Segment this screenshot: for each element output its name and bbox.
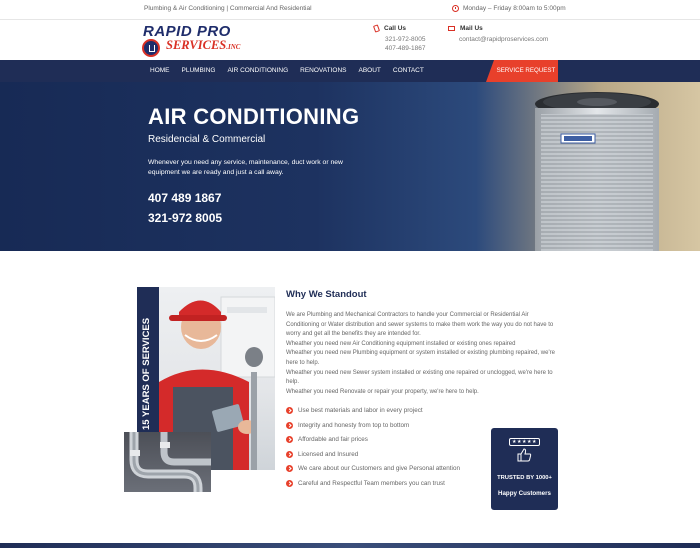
tagline: Plumbing & Air Conditioning | Commercial… [144, 5, 312, 12]
logo-line2-text: SERVICES [166, 38, 227, 52]
hero-phone-2[interactable]: 321-972 8005 [148, 211, 222, 225]
benefit-item: Affordable and fair prices [286, 435, 476, 444]
service-request-button[interactable]: SERVICE REQUEST [486, 60, 558, 82]
mail-us-block: Mail Us contact@rapidproservices.com [448, 25, 548, 44]
happy-customers: Happy Customers [498, 490, 551, 497]
logo[interactable]: RAPID PRO SERVICES.INC [142, 23, 272, 57]
nav-about[interactable]: ABOUT [352, 60, 386, 82]
mail-us-title: Mail Us [448, 25, 548, 32]
hero-phone-1[interactable]: 407 489 1867 [148, 191, 221, 205]
nav-renovations[interactable]: RENOVATIONS [294, 60, 352, 82]
standout-paragraph: Wheather you need new Sewer system insta… [286, 369, 553, 386]
why-standout-title: Why We Standout [286, 289, 367, 300]
nav-items: HOME PLUMBING AIR CONDITIONING RENOVATIO… [144, 60, 430, 82]
benefit-item: Careful and Respectful Team members you … [286, 479, 476, 488]
email-link[interactable]: contact@rapidproservices.com [448, 35, 548, 44]
hero-banner: AIR CONDITIONING Residencial & Commercia… [0, 82, 700, 251]
phone-icon [372, 24, 381, 33]
benefit-item: Licensed and Insured [286, 450, 476, 459]
benefit-item: We care about our Customers and give Per… [286, 464, 476, 473]
logo-badge-icon [142, 39, 160, 57]
header: RAPID PRO SERVICES.INC Call Us 321-972-8… [0, 20, 700, 60]
rating-stars-icon: ★★★★★ [509, 438, 540, 446]
standout-paragraph: Wheather you need new Plumbing equipment… [286, 350, 555, 366]
thumbs-up-icon [517, 448, 532, 462]
standout-paragraph: Wheather you need new Air Conditioning e… [286, 340, 516, 347]
benefit-text: Careful and Respectful Team members you … [298, 479, 445, 487]
check-icon [286, 436, 293, 443]
top-bar: Plumbing & Air Conditioning | Commercial… [0, 0, 700, 20]
benefit-text: Licensed and Insured [298, 450, 359, 458]
years-of-service-text: 15 YEARS OF SERVICES [141, 317, 152, 430]
call-us-label: Call Us [384, 25, 407, 32]
hours-text: Monday – Friday 8:00am to 5:00pm [463, 5, 566, 12]
nav-air-conditioning[interactable]: AIR CONDITIONING [221, 60, 294, 82]
hero-title: AIR CONDITIONING [148, 104, 360, 129]
hero-description: Whenever you need any service, maintenan… [148, 159, 343, 176]
pipes-photo [124, 432, 211, 492]
main-nav: HOME PLUMBING AIR CONDITIONING RENOVATIO… [0, 60, 700, 82]
trusted-badge: ★★★★★ TRUSTED BY 1000+ Happy Customers [491, 428, 558, 510]
benefits-list: Use best materials and labor in every pr… [286, 406, 476, 493]
benefit-text: Use best materials and labor in every pr… [298, 407, 423, 414]
benefit-text: Integrity and honesty from top to bottom [298, 421, 410, 429]
pipes-illustration [129, 432, 211, 492]
mail-icon [448, 26, 455, 31]
call-us-title: Call Us [372, 24, 425, 33]
check-icon [286, 421, 293, 429]
nav-home[interactable]: HOME [144, 60, 176, 82]
trusted-count: TRUSTED BY 1000+ [497, 475, 552, 481]
standout-paragraph: Wheather you need Renovate or repair you… [286, 388, 479, 395]
logo-line2: SERVICES.INC [166, 38, 240, 53]
benefit-item: Use best materials and labor in every pr… [286, 406, 476, 415]
standout-paragraph: We are Plumbing and Mechanical Contracto… [286, 312, 554, 338]
benefit-item: Integrity and honesty from top to bottom [286, 421, 476, 430]
business-hours: Monday – Friday 8:00am to 5:00pm [452, 5, 566, 12]
clock-icon [452, 5, 459, 12]
benefit-text: We care about our Customers and give Per… [298, 465, 460, 472]
check-icon [286, 479, 293, 487]
hero-subtitle: Residencial & Commercial [148, 134, 266, 145]
phone-number-1[interactable]: 321-972-8005 [374, 35, 425, 44]
call-us-block: Call Us 321-972-8005 407-489-1867 [372, 24, 425, 53]
nav-plumbing[interactable]: PLUMBING [176, 60, 222, 82]
check-icon [286, 407, 293, 414]
check-icon [286, 465, 293, 472]
air-conditioner-image [535, 92, 659, 251]
benefit-text: Affordable and fair prices [298, 436, 368, 443]
footer-edge [0, 543, 700, 548]
why-standout-body: We are Plumbing and Mechanical Contracto… [286, 311, 556, 397]
mail-us-label: Mail Us [460, 25, 483, 32]
nav-contact[interactable]: CONTACT [387, 60, 430, 82]
phone-number-2[interactable]: 407-489-1867 [374, 44, 425, 53]
logo-suffix: .INC [226, 43, 241, 51]
check-icon [286, 450, 293, 458]
